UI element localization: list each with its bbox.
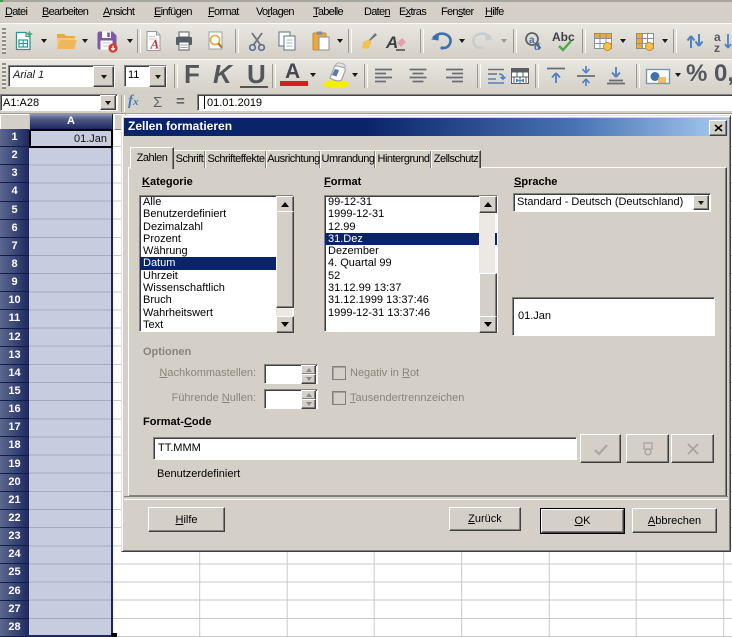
svg-text:z: z	[714, 41, 720, 53]
svg-text:d: d	[534, 42, 540, 53]
svg-text:A: A	[150, 37, 160, 52]
svg-text:A: A	[385, 33, 398, 52]
